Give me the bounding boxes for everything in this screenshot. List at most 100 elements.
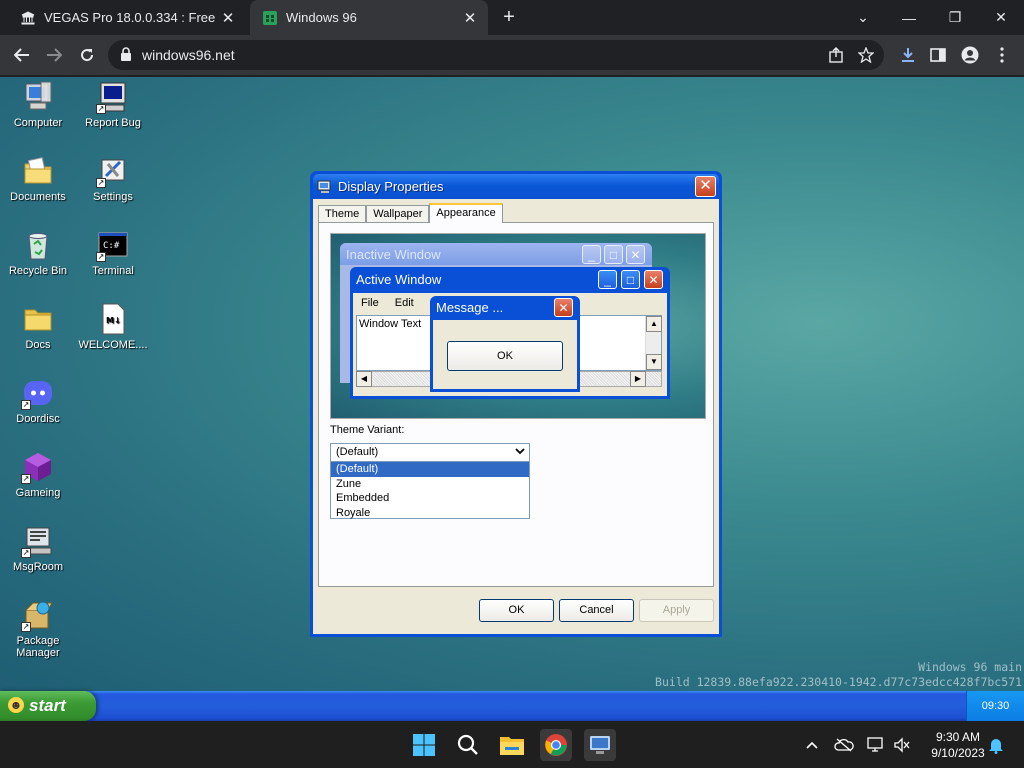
url-text: windows96.net: [142, 47, 235, 63]
volume-muted-icon[interactable]: [892, 735, 912, 755]
shortcut-arrow-icon: ↗: [96, 252, 106, 262]
ok-button[interactable]: OK: [479, 599, 554, 622]
theme-variant-dropdown: (Default) Zune Embedded Royale: [330, 461, 530, 519]
scroll-left-icon: ◀: [356, 371, 372, 387]
close-icon: ✕: [626, 245, 645, 264]
terminal-icon: C:# ↗: [96, 228, 130, 262]
discord-icon: ↗: [21, 376, 55, 410]
close-tab-icon[interactable]: ✕: [458, 9, 482, 27]
option-default[interactable]: (Default): [331, 462, 529, 477]
tray-time: 09:30: [981, 700, 1010, 712]
desktop-icon-doordisc[interactable]: ↗ Doordisc: [1, 376, 75, 425]
desktop-icon-label: Terminal: [92, 265, 134, 277]
apply-button[interactable]: Apply: [639, 599, 714, 622]
reload-icon[interactable]: [75, 43, 99, 67]
theme-variant-select[interactable]: (Default): [330, 443, 530, 462]
bookmark-star-icon[interactable]: [854, 43, 878, 67]
profile-icon[interactable]: [958, 43, 982, 67]
shortcut-arrow-icon: ↗: [96, 104, 106, 114]
tab-search-icon[interactable]: ⌄: [840, 0, 886, 35]
chevron-up-icon[interactable]: [802, 735, 822, 755]
new-tab-button[interactable]: +: [498, 6, 520, 28]
tab-vegas[interactable]: VEGAS Pro 18.0.0.334 : Free Down ✕: [8, 0, 246, 35]
file-explorer-icon[interactable]: [496, 729, 528, 761]
desktop-icon-report-bug[interactable]: ↗ Report Bug: [76, 80, 150, 129]
close-window-icon[interactable]: ✕: [978, 0, 1024, 35]
remote-app-icon[interactable]: [584, 729, 616, 761]
desktop-icon-terminal[interactable]: C:# ↗ Terminal: [76, 228, 150, 277]
scroll-down-icon: ▼: [646, 354, 662, 370]
tab-windows96[interactable]: Windows 96 ✕: [250, 0, 488, 35]
windows96-favicon-icon: [262, 10, 278, 26]
preview-message-body: OK: [433, 320, 577, 389]
window-title: Display Properties: [338, 179, 444, 194]
close-icon: ✕: [644, 270, 663, 289]
option-royale[interactable]: Royale: [331, 506, 529, 521]
downloads-icon[interactable]: [896, 43, 920, 67]
build-info-line2: Build 12839.88efa922.230410-1942.d77c73e…: [655, 675, 1022, 689]
desktop: Computer Documents Recycle Bin Docs ↗ Do…: [0, 77, 1024, 691]
shortcut-arrow-icon: ↗: [96, 178, 106, 188]
display-properties-window: Display Properties ✕ Theme Wallpaper App…: [310, 171, 722, 637]
desktop-icon-recycle-bin[interactable]: Recycle Bin: [1, 228, 75, 277]
start-button[interactable]: ☻ start: [0, 691, 96, 721]
restore-icon[interactable]: ❐: [932, 0, 978, 35]
desktop-icon-welcome[interactable]: M↓ WELCOME....: [76, 302, 150, 351]
option-embedded[interactable]: Embedded: [331, 491, 529, 506]
tab-theme[interactable]: Theme: [318, 205, 367, 223]
close-button[interactable]: ✕: [695, 176, 716, 197]
desktop-icon-docs[interactable]: Docs: [1, 302, 75, 351]
back-icon[interactable]: [10, 43, 34, 67]
report-bug-icon: ↗: [96, 80, 130, 114]
side-panel-icon[interactable]: [926, 43, 950, 67]
preview-menu-edit: Edit: [394, 297, 414, 309]
share-icon[interactable]: [824, 43, 848, 67]
chrome-icon[interactable]: [540, 729, 572, 761]
desktop-icon-label: Package Manager: [16, 635, 60, 659]
minimize-icon: _: [582, 245, 601, 264]
window-body: Theme Wallpaper Appearance Inactive Wind…: [313, 199, 719, 634]
notification-bell-icon[interactable]: [986, 735, 1006, 755]
browser-toolbar: windows96.net: [0, 35, 1024, 76]
menu-icon[interactable]: [990, 43, 1014, 67]
desktop-icon-computer[interactable]: Computer: [1, 80, 75, 129]
forward-icon[interactable]: [42, 43, 66, 67]
theme-preview: Inactive Window _ □ ✕ Active Window _ □ …: [330, 233, 706, 419]
minimize-icon[interactable]: —: [886, 0, 932, 35]
tab-title: VEGAS Pro 18.0.0.334 : Free Down: [44, 10, 216, 25]
desktop-icon-label: MsgRoom: [12, 561, 64, 573]
cancel-button[interactable]: Cancel: [559, 599, 634, 622]
shortcut-arrow-icon: ↗: [21, 622, 31, 632]
option-zune[interactable]: Zune: [331, 477, 529, 492]
maximize-icon: □: [621, 270, 640, 289]
window-titlebar[interactable]: Display Properties ✕: [313, 174, 719, 199]
tab-wallpaper[interactable]: Wallpaper: [366, 205, 430, 223]
preview-active-title: Active Window: [356, 272, 442, 287]
desktop-icon-package-manager[interactable]: ↗ Package Manager: [1, 598, 75, 659]
appearance-panel: Inactive Window _ □ ✕ Active Window _ □ …: [318, 222, 714, 587]
desktop-icon-documents[interactable]: Documents: [1, 154, 75, 203]
address-bar[interactable]: windows96.net: [108, 40, 884, 70]
tab-appearance[interactable]: Appearance: [429, 203, 503, 223]
desktop-icon-settings[interactable]: ↗ Settings: [76, 154, 150, 203]
network-icon[interactable]: [866, 735, 886, 755]
msgroom-icon: ↗: [21, 524, 55, 558]
desktop-icon-label: Recycle Bin: [8, 265, 68, 277]
win96-taskbar: ☻ start 09:30: [0, 691, 1024, 721]
desktop-icon-gameing[interactable]: ↗ Gameing: [1, 450, 75, 499]
desktop-icon-label: Documents: [10, 191, 66, 203]
preview-window-text: Window Text: [359, 318, 422, 330]
search-icon[interactable]: [452, 729, 484, 761]
close-tab-icon[interactable]: ✕: [216, 9, 240, 27]
tab-bar: Theme Wallpaper Appearance: [318, 203, 503, 223]
desktop-icon-label: Gameing: [15, 487, 61, 499]
start-label: start: [29, 696, 66, 715]
shortcut-arrow-icon: ↗: [21, 400, 31, 410]
onedrive-icon[interactable]: [834, 735, 854, 755]
desktop-icon-label: Report Bug: [85, 117, 141, 129]
desktop-icon-msgroom[interactable]: ↗ MsgRoom: [1, 524, 75, 573]
desktop-icon-label: Computer: [13, 117, 63, 129]
preview-message-box: Message ... ✕ OK: [430, 296, 580, 392]
lock-icon: [120, 47, 132, 66]
windows-start-icon[interactable]: [408, 729, 440, 761]
